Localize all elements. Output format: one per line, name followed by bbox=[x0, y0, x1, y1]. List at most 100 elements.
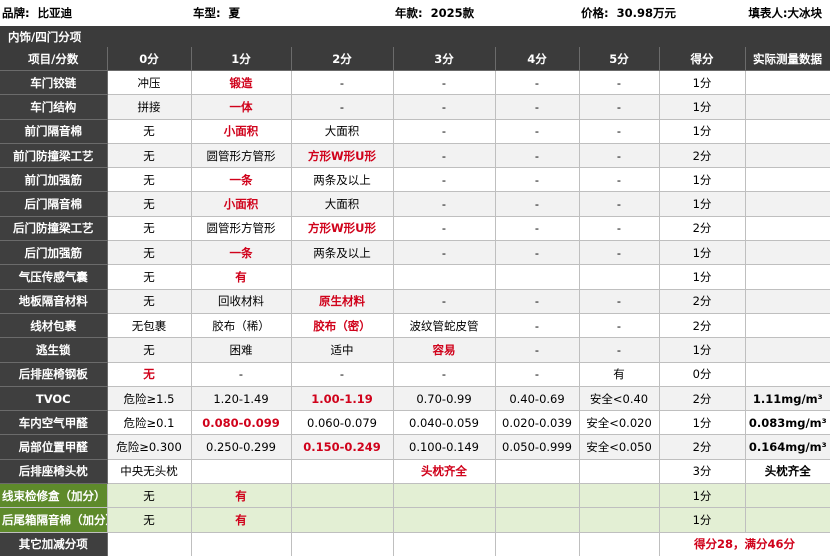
measure-cell bbox=[745, 167, 830, 193]
option-cell: 两条及以上 bbox=[291, 167, 394, 193]
option-cell: - bbox=[495, 362, 580, 387]
option-cell: - bbox=[495, 289, 580, 314]
option-cell: - bbox=[393, 94, 496, 120]
table-row: 车内空气甲醛 危险≥0.1 0.080-0.099 0.060-0.079 0.040-… bbox=[0, 410, 830, 436]
selected-option: 一条 bbox=[191, 167, 292, 193]
option-cell: 0.020-0.039 bbox=[495, 410, 580, 436]
selected-option: 一体 bbox=[191, 94, 292, 120]
score-cell: 2分 bbox=[658, 313, 746, 339]
option-cell: 0.060-0.079 bbox=[291, 410, 394, 436]
option-cell: 无 bbox=[107, 167, 192, 193]
score-cell: 1分 bbox=[658, 264, 746, 290]
row-item-label: 地板隔音材料 bbox=[0, 289, 108, 314]
option-cell: - bbox=[393, 143, 496, 169]
option-cell: 无 bbox=[107, 240, 192, 266]
column-header-4: 3分 bbox=[393, 47, 496, 71]
option-cell bbox=[291, 459, 394, 485]
column-header-1: 0分 bbox=[107, 47, 192, 71]
option-cell: 无 bbox=[107, 191, 192, 217]
option-cell: - bbox=[393, 167, 496, 193]
option-cell: - bbox=[495, 94, 580, 120]
table-row: 后尾箱隔音棉（加分）无有 1分 bbox=[0, 507, 830, 533]
option-cell: 0.70-0.99 bbox=[393, 386, 496, 412]
option-cell: 无 bbox=[107, 337, 192, 363]
measure-cell: 0.164mg/m³ bbox=[745, 434, 830, 460]
table-row: 气压传感气囊无有 1分 bbox=[0, 264, 830, 290]
option-cell: 回收材料 bbox=[191, 289, 292, 314]
table-row: 前门防撞梁工艺无圆管形方管形 方形W形U形 - - -2分 bbox=[0, 143, 830, 169]
table-row: 后门加强筋无一条 两条及以上 - - -1分 bbox=[0, 240, 830, 266]
year-label: 年款: bbox=[395, 6, 423, 20]
measure-cell bbox=[745, 313, 830, 339]
score-cell: 1分 bbox=[658, 94, 746, 120]
row-item-label: 后门隔音棉 bbox=[0, 191, 108, 217]
option-cell: 大面积 bbox=[291, 119, 394, 144]
column-header-2: 1分 bbox=[191, 47, 292, 71]
measure-cell bbox=[745, 507, 830, 533]
selected-option: 小面积 bbox=[191, 119, 292, 144]
score-cell: 2分 bbox=[658, 434, 746, 460]
option-cell: 圆管形方管形 bbox=[191, 143, 292, 169]
brand-value: 比亚迪 bbox=[37, 6, 73, 20]
option-cell: 0.040-0.059 bbox=[393, 410, 496, 436]
selected-option: 1.00-1.19 bbox=[291, 386, 394, 412]
measure-cell bbox=[745, 119, 830, 144]
option-cell bbox=[579, 507, 660, 533]
selected-option: 容易 bbox=[393, 337, 496, 363]
option-cell: 危险≥0.300 bbox=[107, 434, 192, 460]
option-cell: 安全<0.020 bbox=[579, 410, 660, 436]
brand-label: 品牌: bbox=[2, 6, 30, 20]
table-row: 车门铰链 冲压 锻造 - - - -1分 bbox=[0, 70, 830, 96]
price-value: 30.98万元 bbox=[616, 6, 677, 20]
column-header-0: 项目/分数 bbox=[0, 47, 108, 71]
option-cell: - bbox=[579, 313, 660, 339]
option-cell: - bbox=[579, 70, 660, 96]
score-cell: 1分 bbox=[658, 70, 746, 96]
table-row: 车门结构 拼接 一体 - - - -1分 bbox=[0, 94, 830, 120]
measure-cell bbox=[745, 70, 830, 96]
section-title: 内饰/四门分项 bbox=[0, 26, 830, 47]
option-cell: - bbox=[393, 289, 496, 314]
row-item-label: 车门结构 bbox=[0, 94, 108, 120]
model-label: 车型: bbox=[193, 6, 221, 20]
row-item-label: 逃生锁 bbox=[0, 337, 108, 363]
option-cell: 适中 bbox=[291, 337, 394, 363]
option-cell: 冲压 bbox=[107, 70, 192, 96]
row-item-label: 前门防撞梁工艺 bbox=[0, 143, 108, 169]
option-cell: 危险≥1.5 bbox=[107, 386, 192, 412]
option-cell: 无 bbox=[107, 216, 192, 242]
option-cell: - bbox=[579, 216, 660, 242]
option-cell: - bbox=[495, 337, 580, 363]
option-cell: 安全<0.050 bbox=[579, 434, 660, 460]
option-cell: 1.20-1.49 bbox=[191, 386, 292, 412]
footer-empty-cell bbox=[393, 532, 496, 556]
table-row: 局部位置甲醛 危险≥0.300 0.250-0.299 0.150-0.249 0.10… bbox=[0, 434, 830, 460]
option-cell: 危险≥0.1 bbox=[107, 410, 192, 436]
option-cell: - bbox=[579, 337, 660, 363]
footer-empty-cell bbox=[495, 532, 580, 556]
option-cell: 0.050-0.999 bbox=[495, 434, 580, 460]
score-cell: 2分 bbox=[658, 386, 746, 412]
score-cell: 1分 bbox=[658, 191, 746, 217]
model-value: 夏 bbox=[228, 6, 241, 20]
table-row: 前门加强筋无一条 两条及以上 - - -1分 bbox=[0, 167, 830, 193]
row-item-label: 后尾箱隔音棉（加分） bbox=[0, 507, 108, 533]
option-cell: 无 bbox=[107, 507, 192, 533]
total-score: 得分28，满分46分 bbox=[658, 532, 830, 556]
selected-option: 0.080-0.099 bbox=[191, 410, 292, 436]
row-item-label: 前门加强筋 bbox=[0, 167, 108, 193]
option-cell: - bbox=[393, 119, 496, 144]
measure-cell bbox=[745, 143, 830, 169]
option-cell bbox=[495, 264, 580, 290]
option-cell: - bbox=[495, 167, 580, 193]
measure-cell bbox=[745, 337, 830, 363]
score-cell: 1分 bbox=[658, 240, 746, 266]
footer-row: 其它加减分项 得分28，满分46分 bbox=[0, 532, 830, 556]
column-header-row: 项目/分数 0分 1分 2分 3分 4分 5分 得分 实际测量数据 bbox=[0, 47, 830, 71]
option-cell: - bbox=[393, 70, 496, 96]
selected-option: 原生材料 bbox=[291, 289, 394, 314]
option-cell: 波纹管蛇皮管 bbox=[393, 313, 496, 339]
table-row: TVOC 危险≥1.5 1.20-1.49 1.00-1.19 0.70-0.99 0.4… bbox=[0, 386, 830, 412]
measure-cell bbox=[745, 240, 830, 266]
row-item-label: 后门加强筋 bbox=[0, 240, 108, 266]
